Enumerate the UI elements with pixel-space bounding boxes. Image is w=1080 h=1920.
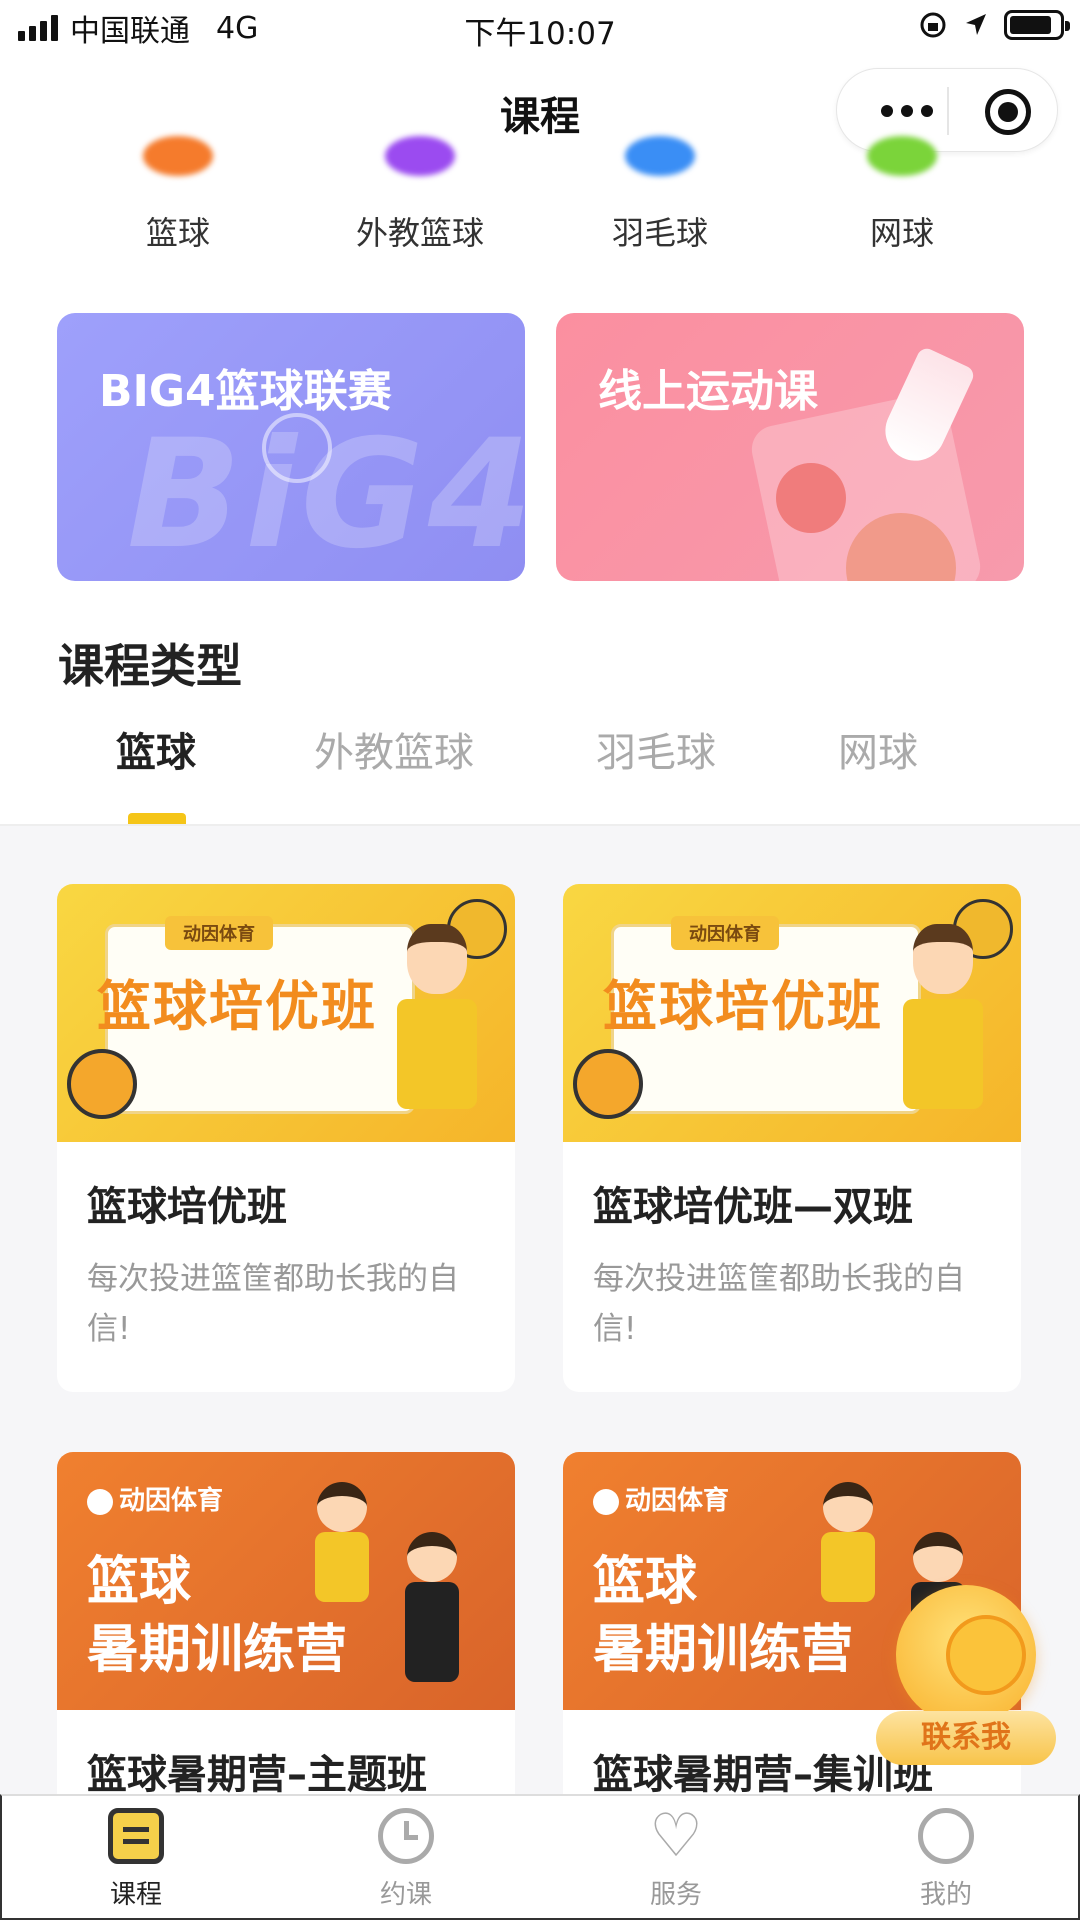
contact-me-button[interactable]: 联系我 bbox=[876, 1585, 1056, 1765]
close-miniprogram-icon[interactable] bbox=[985, 89, 1031, 135]
battery-icon bbox=[1004, 10, 1070, 40]
user-icon bbox=[918, 1808, 974, 1864]
tabbar-item-mine[interactable]: 我的 bbox=[876, 1808, 1016, 1918]
course-title: 篮球培优班 bbox=[87, 1184, 287, 1230]
rotation-lock-icon bbox=[920, 12, 946, 38]
course-card[interactable]: 动因体育 篮球 暑期训练营 篮球暑期营–主题班 bbox=[57, 1452, 515, 1794]
bottom-tab-bar: 课程 约课 ♡ 服务 我的 bbox=[0, 1794, 1080, 1920]
basketball-category-icon bbox=[143, 136, 213, 176]
course-title: 篮球暑期营–主题班 bbox=[87, 1752, 427, 1794]
badminton-category-icon bbox=[625, 136, 695, 176]
contact-label: 联系我 bbox=[876, 1711, 1056, 1765]
course-description: 每次投进篮筐都助长我的自信! bbox=[87, 1261, 459, 1347]
basketball-decoration bbox=[262, 413, 332, 483]
tab-foreign-basketball[interactable]: 外教篮球 bbox=[314, 720, 474, 778]
category-label: 网球 bbox=[869, 214, 934, 252]
tabbar-label: 服务 bbox=[649, 1880, 702, 1910]
tabbar-item-service[interactable]: ♡ 服务 bbox=[606, 1801, 746, 1918]
miniprogram-capsule bbox=[836, 68, 1058, 152]
brand-logo: 动因体育 bbox=[87, 1480, 223, 1517]
clock-icon bbox=[378, 1808, 434, 1864]
course-image: 动因体育 篮球培优班 bbox=[57, 884, 515, 1142]
kid-illustration bbox=[397, 1532, 467, 1692]
ball-decoration bbox=[776, 463, 846, 533]
tabbar-label: 课程 bbox=[109, 1880, 162, 1910]
category-item-badminton[interactable]: 羽毛球 bbox=[570, 136, 750, 266]
location-icon bbox=[966, 14, 986, 35]
course-card[interactable]: 动因体育 篮球培优班 篮球培优班—双班 每次投进篮筐都助长我的自信! bbox=[563, 884, 1021, 1392]
course-image: 动因体育 篮球 暑期训练营 bbox=[57, 1452, 515, 1710]
category-label: 外教篮球 bbox=[355, 214, 484, 252]
brand-tag: 动因体育 bbox=[165, 916, 273, 950]
banner-online-class[interactable]: 线上运动课 bbox=[556, 313, 1024, 581]
basketball-icon bbox=[67, 1049, 137, 1119]
player-illustration bbox=[893, 899, 1013, 1142]
tab-basketball[interactable]: 篮球 bbox=[116, 720, 196, 778]
category-row: 篮球 外教篮球 羽毛球 网球 bbox=[0, 136, 1080, 266]
section-title: 课程类型 bbox=[58, 639, 242, 693]
tabbar-label: 我的 bbox=[919, 1880, 972, 1910]
basketball-icon bbox=[573, 1049, 643, 1119]
course-image: 动因体育 篮球培优班 bbox=[563, 884, 1021, 1142]
tabbar-item-booking[interactable]: 约课 bbox=[336, 1808, 476, 1918]
brand-tag: 动因体育 bbox=[671, 916, 779, 950]
customer-service-icon bbox=[896, 1585, 1036, 1725]
heart-icon: ♡ bbox=[649, 1801, 703, 1871]
capsule-divider bbox=[947, 87, 949, 135]
category-item-basketball[interactable]: 篮球 bbox=[88, 136, 268, 266]
more-icon[interactable] bbox=[867, 91, 947, 131]
player-illustration bbox=[387, 899, 507, 1142]
category-label: 羽毛球 bbox=[611, 214, 708, 252]
kid-illustration bbox=[307, 1482, 377, 1602]
course-icon bbox=[108, 1808, 164, 1864]
course-title: 篮球培优班—双班 bbox=[593, 1184, 913, 1230]
tennis-category-icon bbox=[867, 136, 937, 176]
foreign-basketball-category-icon bbox=[385, 136, 455, 176]
tabbar-item-course[interactable]: 课程 bbox=[66, 1808, 206, 1918]
logo-icon bbox=[87, 1488, 113, 1515]
brand-logo: 动因体育 bbox=[593, 1480, 729, 1517]
tabbar-label: 约课 bbox=[379, 1880, 432, 1910]
image-title: 篮球培优班 bbox=[97, 975, 377, 1038]
course-description: 每次投进篮筐都助长我的自信! bbox=[593, 1261, 965, 1347]
kid-illustration bbox=[813, 1482, 883, 1602]
banner-title: BIG4篮球联赛 bbox=[99, 366, 392, 417]
banner-title: 线上运动课 bbox=[598, 366, 818, 417]
course-card[interactable]: 动因体育 篮球培优班 篮球培优班 每次投进篮筐都助长我的自信! bbox=[57, 884, 515, 1392]
banner-big4-league[interactable]: BiG4 BIG4篮球联赛 bbox=[57, 313, 525, 581]
category-item-tennis[interactable]: 网球 bbox=[812, 136, 992, 266]
image-title: 篮球培优班 bbox=[603, 975, 883, 1038]
logo-icon bbox=[593, 1488, 619, 1515]
status-bar: 中国联通 4G 下午10:07 bbox=[0, 0, 1080, 56]
tab-tennis[interactable]: 网球 bbox=[838, 720, 918, 778]
category-item-foreign-basketball[interactable]: 外教篮球 bbox=[330, 136, 510, 266]
category-label: 篮球 bbox=[145, 214, 210, 252]
tab-badminton[interactable]: 羽毛球 bbox=[596, 720, 716, 778]
course-type-tabs: 篮球 外教篮球 羽毛球 网球 bbox=[0, 720, 1080, 825]
